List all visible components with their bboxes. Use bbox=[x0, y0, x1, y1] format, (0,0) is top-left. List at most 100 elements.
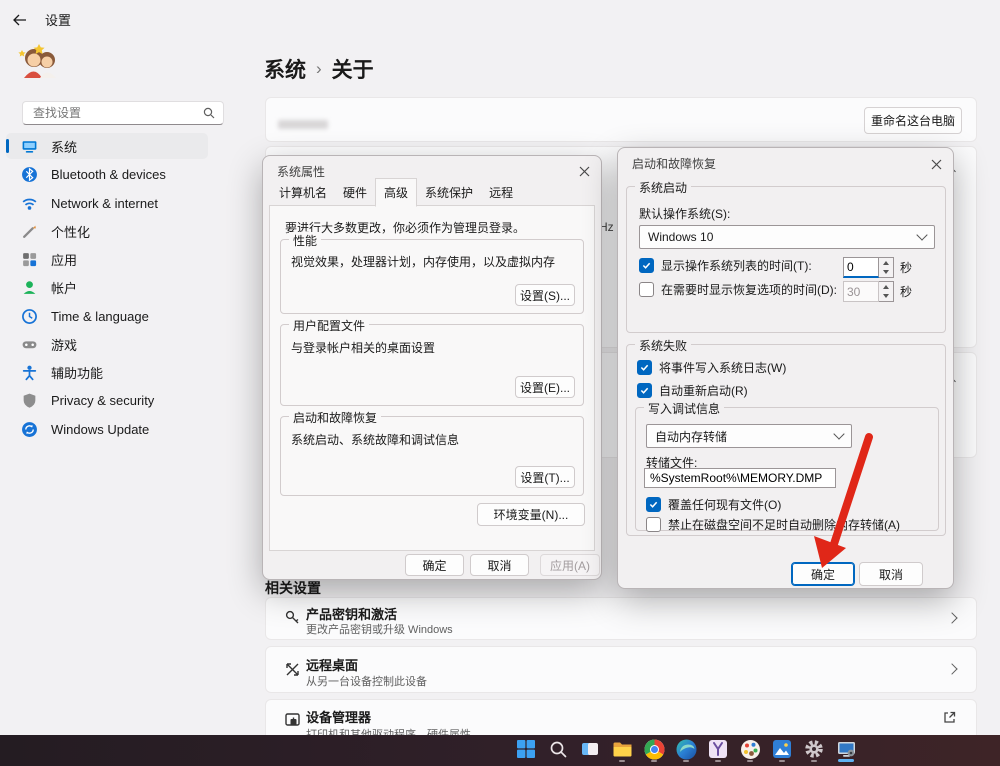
sidebar-item-apps[interactable]: 应用 bbox=[6, 246, 208, 272]
cancel-button[interactable]: 取消 bbox=[859, 562, 923, 586]
no-auto-delete-checkbox[interactable] bbox=[646, 517, 661, 532]
spin-up-icon[interactable] bbox=[879, 258, 893, 268]
sidebar-item-network-internet[interactable]: Network & internet bbox=[6, 190, 208, 216]
tab-remote[interactable]: 远程 bbox=[481, 180, 521, 206]
os-list-timeout-input[interactable] bbox=[843, 257, 879, 278]
dump-type-dropdown[interactable]: 自动内存转储 bbox=[646, 424, 852, 448]
dialog-title: 启动和故障恢复 bbox=[632, 155, 716, 172]
sidebar-item-gaming[interactable]: 游戏 bbox=[6, 331, 208, 357]
checkbox-label: 覆盖任何现有文件(O) bbox=[668, 496, 781, 513]
system-icon bbox=[21, 138, 38, 155]
performance-settings-button[interactable]: 设置(S)... bbox=[515, 284, 575, 306]
seconds-label: 秒 bbox=[900, 259, 912, 276]
dump-file-input[interactable] bbox=[644, 468, 836, 488]
bluetooth-icon bbox=[21, 166, 38, 183]
file-explorer-icon[interactable] bbox=[610, 737, 634, 761]
group-label: 写入调试信息 bbox=[644, 400, 724, 417]
running-indicator bbox=[651, 760, 657, 763]
group-desc: 系统启动、系统故障和调试信息 bbox=[291, 431, 459, 448]
checkbox-label: 将事件写入系统日志(W) bbox=[659, 359, 786, 376]
remote-desktop-icon bbox=[283, 660, 302, 684]
group-desc: 与登录帐户相关的桌面设置 bbox=[291, 339, 435, 356]
sidebar-item-bluetooth-devices[interactable]: Bluetooth & devices bbox=[6, 161, 208, 187]
checkbox-label: 禁止在磁盘空间不足时自动删除内存转储(A) bbox=[668, 516, 900, 533]
rename-pc-button[interactable]: 重命名这台电脑 bbox=[864, 107, 962, 134]
sidebar-item-time-language[interactable]: Time & language bbox=[6, 303, 208, 329]
sidebar-item-label: 应用 bbox=[51, 250, 77, 269]
show-recovery-checkbox[interactable] bbox=[639, 282, 654, 297]
tab-advanced[interactable]: 高级 bbox=[375, 178, 417, 207]
group-label: 系统启动 bbox=[635, 179, 691, 196]
accounts-icon bbox=[21, 279, 38, 296]
sidebar-item-label: 个性化 bbox=[51, 222, 90, 241]
tab-system-protection[interactable]: 系统保护 bbox=[417, 180, 481, 206]
seconds-label: 秒 bbox=[900, 283, 912, 300]
back-arrow-icon[interactable] bbox=[12, 14, 27, 26]
write-event-log-checkbox[interactable] bbox=[637, 360, 652, 375]
chevron-down-icon bbox=[916, 229, 927, 240]
ok-button[interactable]: 确定 bbox=[791, 562, 855, 586]
key-icon bbox=[283, 608, 302, 632]
gaming-icon bbox=[21, 336, 38, 353]
related-item-product-key[interactable]: 产品密钥和激活 更改产品密钥或升级 Windows bbox=[265, 597, 977, 640]
breadcrumb-separator-icon: › bbox=[316, 59, 322, 79]
task-view-icon[interactable] bbox=[578, 737, 602, 761]
input-app-icon[interactable] bbox=[706, 737, 730, 761]
apply-button: 应用(A) bbox=[540, 554, 600, 576]
device-manager-icon bbox=[283, 711, 302, 735]
sidebar-item-system[interactable]: 系统 bbox=[6, 133, 208, 159]
ok-button[interactable]: 确定 bbox=[405, 554, 464, 576]
spin-down-icon bbox=[879, 292, 893, 302]
sidebar-item-windows-update[interactable]: Windows Update bbox=[6, 416, 208, 442]
search-box[interactable] bbox=[22, 101, 224, 125]
dialog-title: 系统属性 bbox=[277, 163, 325, 180]
close-icon[interactable] bbox=[575, 162, 593, 180]
sidebar-item-label: 帐户 bbox=[51, 278, 77, 297]
chevron-right-icon bbox=[946, 663, 957, 674]
overwrite-file-checkbox[interactable] bbox=[646, 497, 661, 512]
sidebar-item-accessibility[interactable]: 辅助功能 bbox=[6, 359, 208, 385]
close-icon[interactable] bbox=[927, 155, 945, 173]
settings-gear-icon[interactable] bbox=[802, 737, 826, 761]
dropdown-value: 自动内存转储 bbox=[655, 428, 727, 445]
sidebar-item-accounts[interactable]: 帐户 bbox=[6, 274, 208, 300]
sidebar-item-label: 系统 bbox=[51, 137, 77, 156]
running-indicator bbox=[747, 760, 753, 763]
auto-restart-checkbox[interactable] bbox=[637, 383, 652, 398]
cancel-button[interactable]: 取消 bbox=[470, 554, 529, 576]
checkbox-label: 在需要时显示恢复选项的时间(D): bbox=[661, 281, 837, 298]
profiles-settings-button[interactable]: 设置(E)... bbox=[515, 376, 575, 398]
sidebar-item-privacy-security[interactable]: Privacy & security bbox=[6, 387, 208, 413]
recovery-timeout-stepper bbox=[843, 281, 894, 302]
search-input[interactable] bbox=[31, 105, 175, 121]
user-profiles-group: 用户配置文件 与登录帐户相关的桌面设置 设置(E)... bbox=[280, 324, 584, 406]
recovery-timeout-input bbox=[843, 281, 879, 302]
environment-variables-button[interactable]: 环境变量(N)... bbox=[477, 503, 585, 526]
system-startup-group: 系统启动 默认操作系统(S): Windows 10 显示操作系统列表的时间(T… bbox=[626, 186, 946, 333]
related-item-remote-desktop[interactable]: 远程桌面 从另一台设备控制此设备 bbox=[265, 646, 977, 693]
time-language-icon bbox=[21, 308, 38, 325]
system-properties-window-icon[interactable] bbox=[834, 737, 858, 761]
breadcrumb-parent[interactable]: 系统 bbox=[264, 54, 306, 84]
tab-computer-name[interactable]: 计算机名 bbox=[271, 180, 335, 206]
spin-down-icon[interactable] bbox=[879, 268, 893, 278]
paint-icon[interactable] bbox=[738, 737, 762, 761]
startup-recovery-group: 启动和故障恢复 系统启动、系统故障和调试信息 设置(T)... bbox=[280, 416, 584, 496]
edge-icon[interactable] bbox=[674, 737, 698, 761]
settings-window: 设置 系统 Bluetooth & devices Network & inte… bbox=[0, 0, 1000, 766]
default-os-dropdown[interactable]: Windows 10 bbox=[639, 225, 935, 249]
chrome-icon[interactable] bbox=[642, 737, 666, 761]
sidebar-item-personalization[interactable]: 个性化 bbox=[6, 218, 208, 244]
accessibility-icon bbox=[21, 364, 38, 381]
photos-icon[interactable] bbox=[770, 737, 794, 761]
sidebar-item-label: Time & language bbox=[51, 309, 149, 324]
startup-settings-button[interactable]: 设置(T)... bbox=[515, 466, 575, 488]
group-label: 性能 bbox=[289, 232, 321, 249]
show-os-list-checkbox[interactable] bbox=[639, 258, 654, 273]
start-button[interactable] bbox=[514, 737, 538, 761]
running-indicator bbox=[811, 760, 817, 763]
tab-hardware[interactable]: 硬件 bbox=[335, 180, 375, 206]
checkbox-label: 显示操作系统列表的时间(T): bbox=[661, 257, 812, 274]
taskbar-search-icon[interactable] bbox=[546, 737, 570, 761]
user-avatar[interactable] bbox=[14, 38, 62, 86]
